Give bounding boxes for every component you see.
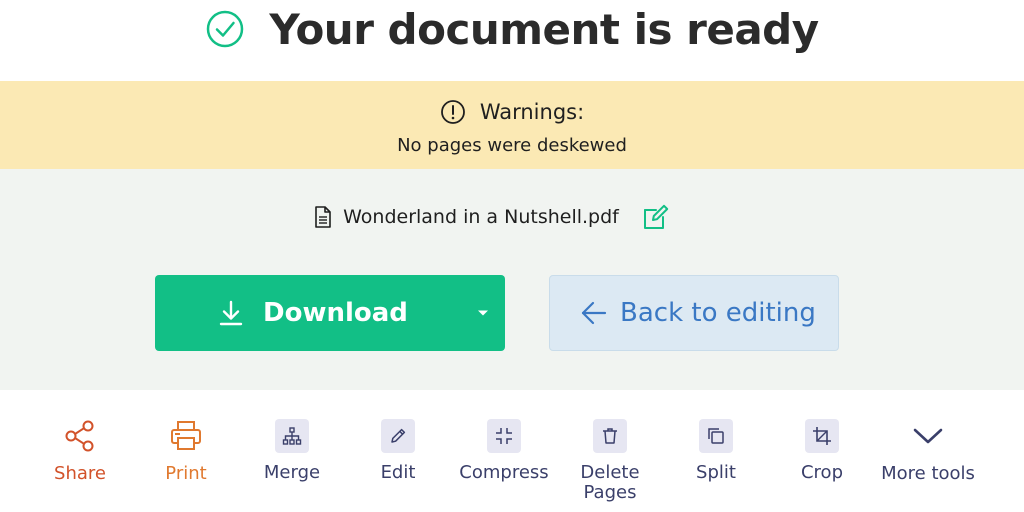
merge-icon <box>282 427 302 445</box>
tool-edit[interactable]: Edit <box>343 410 453 483</box>
page-title: Your document is ready <box>269 4 819 54</box>
warning-banner: Warnings: No pages were deskewed <box>0 81 1024 169</box>
rename-edit-icon[interactable] <box>641 202 671 232</box>
download-button[interactable]: Download <box>155 275 505 351</box>
download-label: Download <box>263 298 408 328</box>
page-header: Your document is ready <box>0 0 1024 80</box>
tool-label: More tools <box>881 463 975 484</box>
chevron-down-icon <box>913 428 943 444</box>
back-to-editing-button[interactable]: Back to editing <box>549 275 839 351</box>
tool-crop[interactable]: Crop <box>767 410 877 483</box>
printer-icon <box>171 421 201 450</box>
tool-merge[interactable]: Merge <box>237 410 347 483</box>
tool-print[interactable]: Print <box>131 410 241 484</box>
crop-icon <box>813 427 831 445</box>
tool-label: Share <box>54 463 106 484</box>
tool-share[interactable]: Share <box>25 410 135 484</box>
pencil-icon <box>391 428 406 443</box>
tool-compress[interactable]: Compress <box>449 410 559 483</box>
warning-message: No pages were deskewed <box>397 135 627 156</box>
tool-label: Edit <box>380 462 416 483</box>
tools-bar: Share Print Merge Edit Compress Delete P… <box>0 410 1024 512</box>
back-label: Back to editing <box>620 298 816 328</box>
share-icon <box>65 420 94 452</box>
tool-label: Split <box>696 462 736 483</box>
document-icon <box>315 206 331 228</box>
tool-more-tools[interactable]: More tools <box>873 410 983 484</box>
tool-delete-pages[interactable]: Delete Pages <box>555 410 665 503</box>
tool-split[interactable]: Split <box>661 410 771 483</box>
split-icon <box>708 428 724 444</box>
file-name: Wonderland in a Nutshell.pdf <box>343 206 619 228</box>
tool-label: Merge <box>263 462 321 483</box>
tool-label: Crop <box>800 462 843 483</box>
tool-label: Compress <box>459 462 549 483</box>
trash-icon <box>603 428 617 444</box>
result-panel: Wonderland in a Nutshell.pdf Download Ba… <box>0 169 1024 390</box>
warning-title: Warnings: <box>479 100 585 124</box>
exclamation-circle-icon <box>440 100 465 124</box>
download-icon <box>219 300 243 326</box>
compress-icon <box>496 428 512 444</box>
caret-down-icon[interactable] <box>477 309 489 317</box>
tool-label: Print <box>165 463 207 484</box>
check-circle-icon <box>207 10 244 48</box>
file-row: Wonderland in a Nutshell.pdf <box>0 202 1024 232</box>
arrow-left-icon <box>581 301 607 325</box>
tool-label: Delete Pages <box>580 462 640 503</box>
